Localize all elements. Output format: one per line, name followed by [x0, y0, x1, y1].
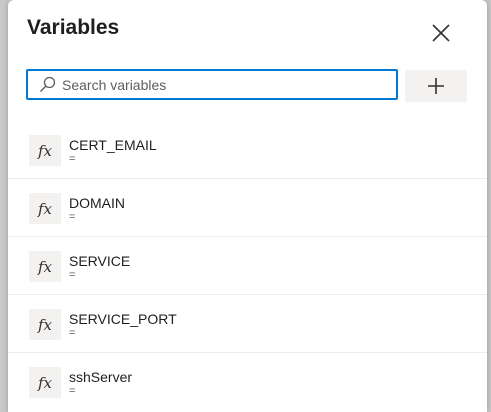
variable-value: = [69, 211, 76, 223]
function-icon: fx [29, 193, 61, 224]
backdrop-edge-left [0, 0, 8, 412]
search-icon [38, 76, 56, 94]
variable-name: SERVICE [69, 253, 131, 269]
variable-value: = [69, 327, 76, 339]
add-variable-button[interactable] [405, 70, 467, 102]
variable-item[interactable]: fx SERVICE_PORT = [8, 295, 487, 353]
variable-item[interactable]: fx sshServer = [8, 353, 487, 410]
function-icon: fx [29, 309, 61, 340]
backdrop-edge-right [487, 0, 491, 412]
close-icon [432, 24, 450, 42]
variable-value: = [69, 269, 76, 281]
variable-name: CERT_EMAIL [69, 137, 157, 153]
dialog-title: Variables [27, 16, 120, 39]
variable-name: sshServer [69, 369, 133, 385]
search-input[interactable] [62, 72, 396, 97]
variable-item[interactable]: fx SERVICE = [8, 237, 487, 295]
variable-item[interactable]: fx CERT_EMAIL = [8, 121, 487, 179]
variables-list: fx CERT_EMAIL = fx DOMAIN = fx SERVICE =… [8, 121, 487, 410]
function-icon: fx [29, 135, 61, 166]
variable-name: DOMAIN [69, 195, 125, 211]
variable-value: = [69, 385, 76, 397]
function-icon: fx [29, 367, 61, 398]
search-box[interactable] [26, 69, 398, 100]
function-icon: fx [29, 251, 61, 282]
close-button[interactable] [426, 18, 456, 48]
variable-name: SERVICE_PORT [69, 311, 177, 327]
variable-value: = [69, 153, 76, 165]
plus-icon [428, 78, 444, 94]
variable-item[interactable]: fx DOMAIN = [8, 179, 487, 237]
variables-dialog: Variables fx CERT_EMAIL = fx DOMAIN [8, 0, 487, 412]
